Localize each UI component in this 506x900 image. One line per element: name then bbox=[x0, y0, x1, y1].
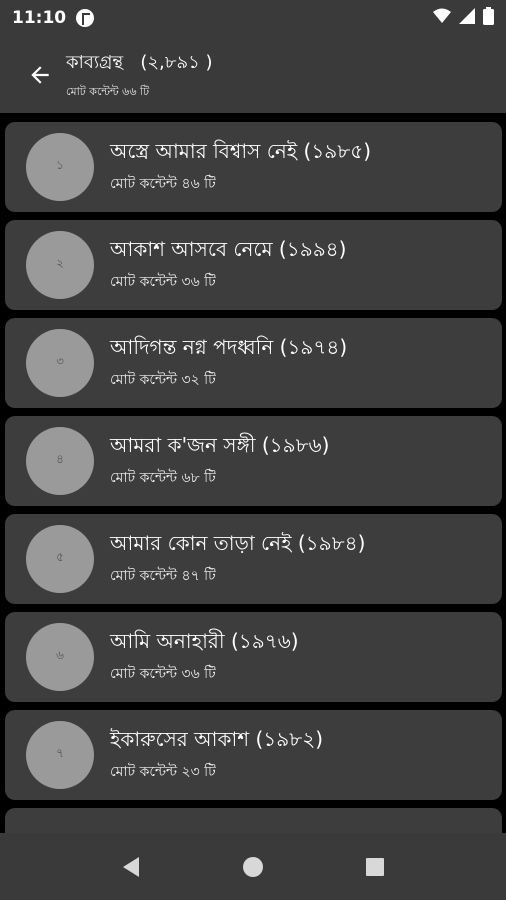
item-title: আমরা ক'জন সঙ্গী (১৯৮৬) bbox=[110, 433, 330, 457]
square-recents-icon bbox=[366, 857, 384, 876]
item-text: আদিগন্ত নগ্ন পদধ্বনি (১৯৭৪) মোট কন্টেন্ট… bbox=[110, 334, 347, 392]
app-bar: কাব্যগ্রন্থ (২,৮৯১ ) মোট কন্টেন্ট ৬৬ টি bbox=[0, 36, 506, 113]
book-list[interactable]: ১ অস্ত্রে আমার বিশ্বাস নেই (১৯৮৫) মোট কন… bbox=[0, 113, 506, 833]
item-number-badge: ২ bbox=[26, 231, 94, 299]
item-text: অস্ত্রে আমার বিশ্বাস নেই (১৯৮৫) মোট কন্ট… bbox=[110, 138, 371, 196]
nav-recents-button[interactable] bbox=[355, 847, 395, 887]
list-item-partial[interactable] bbox=[5, 808, 502, 833]
list-item[interactable]: ১ অস্ত্রে আমার বিশ্বাস নেই (১৯৮৫) মোট কন… bbox=[5, 122, 502, 212]
item-text: আকাশ আসবে নেমে (১৯৯৪) মোট কন্টেন্ট ৩৬ টি bbox=[110, 236, 346, 294]
battery-icon bbox=[483, 7, 494, 29]
item-title: আমি অনাহারী (১৯৭৬) bbox=[110, 629, 299, 653]
item-number-badge: ১ bbox=[26, 133, 94, 201]
item-count: মোট কন্টেন্ট ৬৮ টি bbox=[110, 470, 216, 486]
item-count: মোট কন্টেন্ট ৪৬ টি bbox=[110, 176, 216, 192]
item-text: আমি অনাহারী (১৯৭৬) মোট কন্টেন্ট ৩৬ টি bbox=[110, 628, 299, 686]
item-text: আমার কোন তাড়া নেই (১৯৮৪) মোট কন্টেন্ট ৪… bbox=[110, 530, 365, 588]
triangle-back-icon bbox=[123, 856, 139, 877]
list-item[interactable]: ২ আকাশ আসবে নেমে (১৯৯৪) মোট কন্টেন্ট ৩৬ … bbox=[5, 220, 502, 310]
nav-home-button[interactable] bbox=[233, 847, 273, 887]
item-title: আদিগন্ত নগ্ন পদধ্বনি (১৯৭৪) bbox=[110, 335, 348, 359]
list-item[interactable]: ৬ আমি অনাহারী (১৯৭৬) মোট কন্টেন্ট ৩৬ টি bbox=[5, 612, 502, 702]
item-count: মোট কন্টেন্ট ৩৬ টি bbox=[110, 274, 216, 290]
item-number-badge: ৫ bbox=[26, 525, 94, 593]
item-title: অস্ত্রে আমার বিশ্বাস নেই (১৯৮৫) bbox=[110, 139, 372, 163]
list-item[interactable]: ৫ আমার কোন তাড়া নেই (১৯৮৪) মোট কন্টেন্ট… bbox=[5, 514, 502, 604]
wifi-icon bbox=[433, 8, 451, 28]
list-item[interactable]: ৪ আমরা ক'জন সঙ্গী (১৯৮৬) মোট কন্টেন্ট ৬৮… bbox=[5, 416, 502, 506]
item-number-badge: ৬ bbox=[26, 623, 94, 691]
item-title: আকাশ আসবে নেমে (১৯৯৪) bbox=[110, 237, 347, 261]
page-title: কাব্যগ্রন্থ (২,৮৯১ ) bbox=[66, 51, 213, 73]
nav-back-button[interactable] bbox=[111, 847, 151, 887]
item-number-badge: ৪ bbox=[26, 427, 94, 495]
arrow-left-icon bbox=[31, 65, 49, 84]
system-nav-bar bbox=[0, 833, 506, 900]
header-titles: কাব্যগ্রন্থ (২,৮৯১ ) মোট কন্টেন্ট ৬৬ টি bbox=[66, 48, 213, 102]
list-item[interactable]: ৩ আদিগন্ত নগ্ন পদধ্বনি (১৯৭৪) মোট কন্টেন… bbox=[5, 318, 502, 408]
item-text: ইকারুসের আকাশ (১৯৮২) মোট কন্টেন্ট ২৩ টি bbox=[110, 726, 323, 784]
item-number-badge: ৩ bbox=[26, 329, 94, 397]
app-notification-icon bbox=[76, 9, 95, 27]
item-text: আমরা ক'জন সঙ্গী (১৯৮৬) মোট কন্টেন্ট ৬৮ ট… bbox=[110, 432, 329, 490]
status-bar: 11:10 bbox=[0, 0, 506, 36]
signal-icon bbox=[459, 8, 475, 28]
circle-home-icon bbox=[243, 856, 263, 877]
item-count: মোট কন্টেন্ট ৩২ টি bbox=[110, 372, 216, 388]
item-title: ইকারুসের আকাশ (১৯৮২) bbox=[110, 727, 324, 751]
status-icons bbox=[433, 7, 494, 29]
page-subtitle: মোট কন্টেন্ট ৬৬ টি bbox=[66, 84, 150, 98]
item-title: আমার কোন তাড়া নেই (১৯৮৪) bbox=[110, 531, 366, 555]
back-button[interactable] bbox=[24, 59, 56, 91]
list-item[interactable]: ৭ ইকারুসের আকাশ (১৯৮২) মোট কন্টেন্ট ২৩ ট… bbox=[5, 710, 502, 800]
item-count: মোট কন্টেন্ট ৪৭ টি bbox=[110, 568, 216, 584]
item-number-badge: ৭ bbox=[26, 721, 94, 789]
item-count: মোট কন্টেন্ট ৩৬ টি bbox=[110, 666, 216, 682]
status-time: 11:10 bbox=[12, 8, 67, 28]
item-count: মোট কন্টেন্ট ২৩ টি bbox=[110, 764, 216, 780]
